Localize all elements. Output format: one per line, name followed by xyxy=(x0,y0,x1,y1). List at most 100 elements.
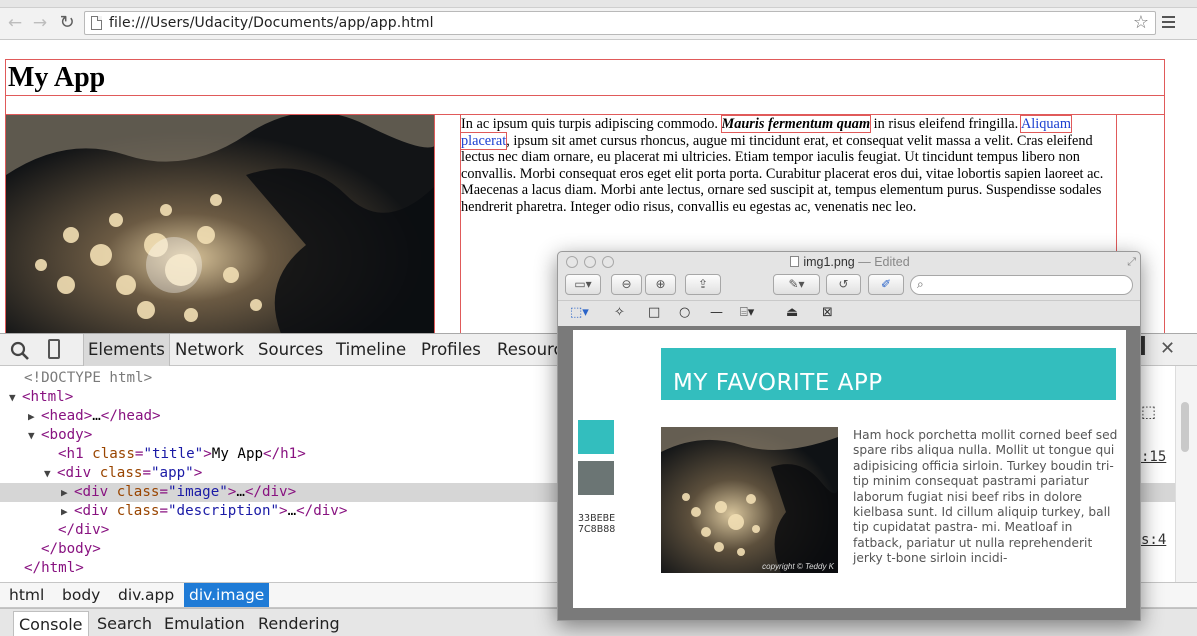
tab-search[interactable]: Search xyxy=(92,611,157,636)
document-icon xyxy=(790,256,800,267)
sidebar-toggle-icon[interactable]: ▭▾ xyxy=(565,274,601,295)
bookmark-star-icon[interactable]: ☆ xyxy=(1133,12,1149,33)
search-icon[interactable] xyxy=(10,341,30,361)
tab-elements[interactable]: Elements xyxy=(83,334,170,366)
crumb-body[interactable]: body xyxy=(57,583,105,607)
address-bar[interactable]: file:///Users/Udacity/Documents/app/app.… xyxy=(84,11,1156,35)
tag-text: <body> xyxy=(41,427,93,443)
tag-text: <div xyxy=(74,484,109,500)
mock-title: MY FAVORITE APP xyxy=(673,370,883,396)
crumb-div-image[interactable]: div.image xyxy=(184,583,270,607)
tag-text: </div> xyxy=(296,503,348,519)
mockup-image[interactable]: MY FAVORITE APP 33BEBE 7C8B88 copyright … xyxy=(573,330,1126,608)
page-title: My App xyxy=(8,62,106,93)
tab-console[interactable]: Console xyxy=(13,611,89,636)
back-arrow-icon[interactable]: ← xyxy=(5,13,25,33)
preview-titlebar[interactable]: img1.png — Edited ⤢ xyxy=(558,252,1140,272)
tag-text: </div> xyxy=(58,522,110,538)
description-part: , ipsum sit amet cursus rhoncus, augue m… xyxy=(461,132,1104,215)
tree-head[interactable]: ▶ <head>…</head> xyxy=(28,407,161,426)
ellipsis-text: … xyxy=(287,503,297,519)
swatch-label: 7C8B88 xyxy=(578,524,616,535)
tree-div-description[interactable]: ▶ <div class="description">…</div> xyxy=(61,502,347,521)
crop-tool-icon[interactable]: ⊠ xyxy=(822,305,833,320)
tree-html[interactable]: ▼ <html> xyxy=(9,388,73,407)
oval-tool-icon[interactable]: ○ xyxy=(679,305,690,320)
shape-style-icon[interactable]: ⏏ xyxy=(786,305,798,320)
markup-toolbar-icon[interactable]: ✐ xyxy=(868,274,904,295)
zoom-in-icon[interactable]: ⊕ xyxy=(645,274,676,295)
device-mode-icon[interactable] xyxy=(48,339,60,359)
tag-text: <div xyxy=(57,465,92,481)
mock-photo: copyright © Teddy K xyxy=(661,427,838,573)
swatch-label: 33BEBE xyxy=(578,513,616,524)
expanded-triangle-icon[interactable]: ▼ xyxy=(28,426,41,445)
tab-profiles[interactable]: Profiles xyxy=(421,334,481,366)
tree-div-app[interactable]: ▼ <div class="app"> xyxy=(44,464,202,483)
attr-name: class xyxy=(116,484,160,500)
expanded-triangle-icon[interactable]: ▼ xyxy=(44,464,57,483)
url-text[interactable]: file:///Users/Udacity/Documents/app/app.… xyxy=(109,15,434,31)
preview-search-input[interactable]: ⌕ xyxy=(910,275,1133,295)
attr-name: class xyxy=(116,503,160,519)
forward-arrow-icon[interactable]: → xyxy=(30,13,50,33)
tag-text: </h1> xyxy=(263,446,306,462)
close-icon[interactable]: ✕ xyxy=(1160,338,1175,359)
mock-header: MY FAVORITE APP xyxy=(661,348,1116,400)
tree-body-close[interactable]: </body> xyxy=(41,540,101,559)
selection-tool-icon[interactable]: ⬚▾ xyxy=(570,305,589,320)
tree-doctype[interactable]: <!DOCTYPE html> xyxy=(24,369,152,388)
zoom-out-icon[interactable]: ⊖ xyxy=(611,274,642,295)
vertical-scrollbar[interactable] xyxy=(1175,366,1197,582)
window-frame-top xyxy=(0,0,1197,8)
tab-rendering[interactable]: Rendering xyxy=(253,611,345,636)
tag-text: <div xyxy=(74,503,109,519)
tag-text: > xyxy=(203,446,212,462)
ellipsis-text: … xyxy=(92,408,101,424)
description-part: In ac ipsum quis turpis adipiscing commo… xyxy=(461,116,722,132)
style-source-link[interactable]: s:4 xyxy=(1141,532,1166,548)
tree-body[interactable]: ▼ <body> xyxy=(28,426,92,445)
tag-text: > xyxy=(279,503,288,519)
markup-toolbar: ⬚▾ ✧ □ ○ — ⌸▾ ⏏ ⊠ xyxy=(558,300,1140,326)
rotate-icon[interactable]: ↺ xyxy=(826,274,861,295)
collapsed-triangle-icon[interactable]: ▶ xyxy=(28,407,41,426)
scrollbar-thumb[interactable] xyxy=(1181,402,1189,452)
ellipsis-text: … xyxy=(236,484,245,500)
tree-h1[interactable]: <h1 class="title">My App</h1> xyxy=(58,445,306,464)
hamburger-menu-icon[interactable] xyxy=(1162,16,1175,31)
search-icon: ⌕ xyxy=(917,277,924,291)
tab-network[interactable]: Network xyxy=(175,334,244,366)
tab-sources[interactable]: Sources xyxy=(258,334,323,366)
tag-text: </body> xyxy=(41,541,101,557)
crumb-div-app[interactable]: div.app xyxy=(113,583,179,607)
description-text: In ac ipsum quis turpis adipiscing commo… xyxy=(460,115,1116,216)
preview-toolbar: ▭▾ ⊖ ⊕ ⇪ ✎▾ ↺ ✐ ⌕ xyxy=(558,272,1140,298)
bokeh-photo xyxy=(6,115,434,333)
attr-name: class xyxy=(99,465,143,481)
tab-timeline[interactable]: Timeline xyxy=(336,334,406,366)
rectangle-tool-icon[interactable]: □ xyxy=(648,305,660,320)
collapsed-triangle-icon[interactable]: ▶ xyxy=(61,483,74,502)
markup-pen-icon[interactable]: ✎▾ xyxy=(773,274,820,295)
inspect-cursor-icon[interactable]: ⬚ xyxy=(1141,402,1156,421)
expanded-triangle-icon[interactable]: ▼ xyxy=(9,388,22,407)
tab-resources[interactable]: Resourc xyxy=(497,334,563,366)
tree-div-close[interactable]: </div> xyxy=(58,521,109,540)
description-part: in risus eleifend fringilla. xyxy=(870,116,1021,132)
tab-emulation[interactable]: Emulation xyxy=(159,611,250,636)
line-tool-icon[interactable]: — xyxy=(710,305,723,320)
text-tool-icon[interactable]: ⌸▾ xyxy=(740,305,754,320)
fullscreen-icon[interactable]: ⤢ xyxy=(1127,255,1136,269)
tree-html-close[interactable]: </html> xyxy=(24,559,84,578)
instant-alpha-icon[interactable]: ✧ xyxy=(614,305,625,320)
preview-window[interactable]: img1.png — Edited ⤢ ▭▾ ⊖ ⊕ ⇪ ✎▾ ↺ ✐ ⌕ ⬚▾… xyxy=(557,251,1141,621)
style-source-link[interactable]: :15 xyxy=(1141,449,1166,465)
tag-text: </div> xyxy=(244,484,297,500)
node-text: My App xyxy=(211,446,264,462)
crumb-html[interactable]: html xyxy=(4,583,49,607)
dock-icon[interactable]: ▌ xyxy=(1140,336,1150,355)
share-icon[interactable]: ⇪ xyxy=(685,274,721,295)
reload-icon[interactable]: ↻ xyxy=(57,13,77,33)
collapsed-triangle-icon[interactable]: ▶ xyxy=(61,502,74,521)
